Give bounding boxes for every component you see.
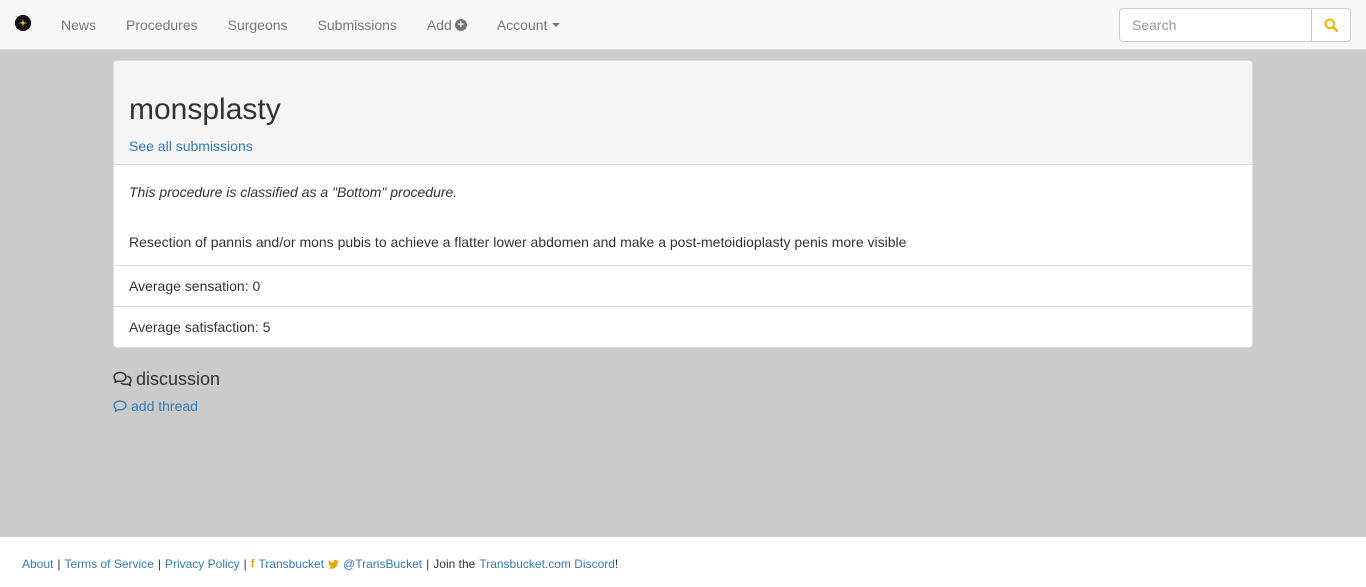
add-thread-label: add thread: [131, 398, 198, 414]
average-satisfaction: Average satisfaction: 5: [129, 319, 271, 335]
nav-add[interactable]: Add +: [412, 0, 482, 50]
twitter-icon: [328, 559, 339, 569]
footer-join-text: Join the: [433, 557, 476, 571]
nav-add-label: Add: [426, 16, 452, 33]
discussion-title: discussion: [136, 369, 221, 389]
navbar: News Procedures Surgeons Submissions Add…: [0, 0, 1366, 50]
comment-icon: [113, 399, 127, 412]
discussion-heading: discussion: [113, 368, 220, 390]
add-thread-link[interactable]: add thread: [113, 397, 198, 415]
facebook-icon: f: [250, 558, 255, 570]
search-input[interactable]: [1119, 8, 1312, 42]
nav-account-label: Account: [496, 16, 548, 33]
procedure-classification: This procedure is classified as a "Botto…: [129, 184, 458, 200]
plus-circle-icon: +: [454, 19, 467, 31]
nav-procedures[interactable]: Procedures: [111, 0, 213, 50]
footer-separator: |: [426, 557, 430, 571]
footer-exclaim: !: [614, 557, 619, 571]
panel-heading: monsplasty See all submissions: [114, 61, 1252, 165]
footer-privacy-link[interactable]: Privacy Policy: [165, 557, 240, 571]
footer-discord-link[interactable]: Transbucket.com Discord: [479, 557, 615, 571]
nav-submissions[interactable]: Submissions: [303, 0, 412, 50]
footer-separator: |: [243, 557, 247, 571]
see-all-submissions-link[interactable]: See all submissions: [129, 137, 253, 155]
caret-down-icon: [552, 23, 561, 27]
nav-news[interactable]: News: [46, 0, 111, 50]
footer-terms-link[interactable]: Terms of Service: [64, 557, 153, 571]
nav-links: News Procedures Surgeons Submissions Add…: [46, 0, 575, 50]
footer-separator: |: [157, 557, 161, 571]
footer-twitter-link[interactable]: @TransBucket: [343, 557, 422, 571]
comments-icon: [113, 371, 132, 387]
footer: About | Terms of Service | Privacy Polic…: [0, 537, 1366, 587]
nav-surgeons[interactable]: Surgeons: [213, 0, 303, 50]
footer-facebook-link[interactable]: Transbucket: [258, 557, 324, 571]
footer-links: About | Terms of Service | Privacy Polic…: [22, 557, 618, 571]
procedure-panel: monsplasty See all submissions This proc…: [113, 60, 1253, 348]
average-sensation: Average sensation: 0: [114, 266, 1252, 307]
procedure-description: Resection of pannis and/or mons pubis to…: [129, 234, 907, 250]
logo-icon[interactable]: [15, 15, 31, 31]
search-button[interactable]: [1311, 8, 1351, 42]
nav-account-dropdown[interactable]: Account: [482, 0, 576, 50]
panel-body: This procedure is classified as a "Botto…: [114, 165, 1252, 266]
page-title: monsplasty: [129, 93, 281, 126]
footer-separator: |: [57, 557, 61, 571]
footer-about-link[interactable]: About: [22, 557, 53, 571]
search-icon: [1324, 18, 1338, 32]
